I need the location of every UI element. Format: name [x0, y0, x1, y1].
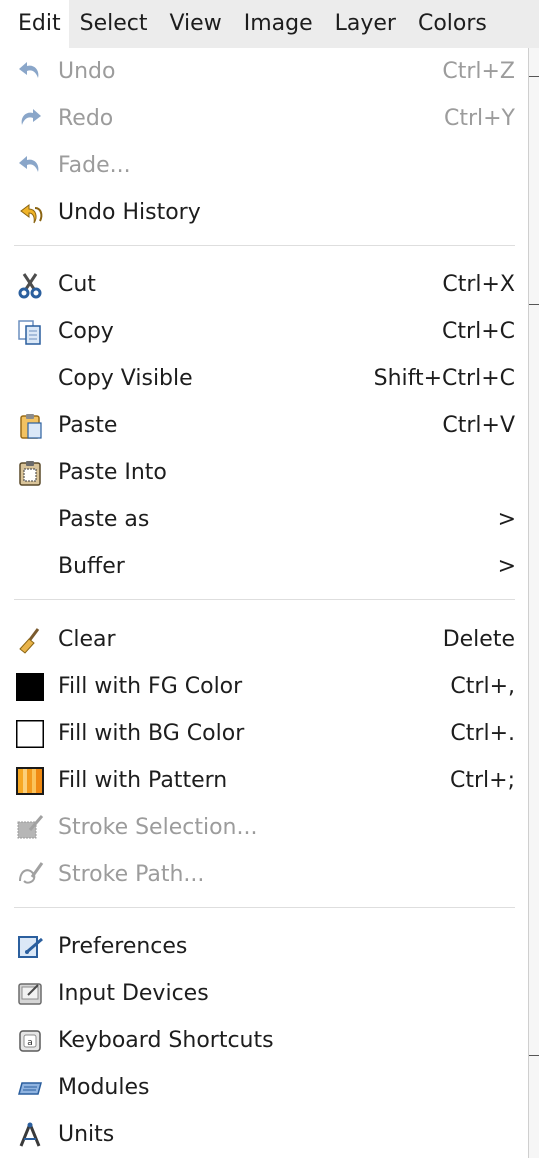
menu-item-preferences[interactable]: Preferences: [0, 923, 528, 970]
menu-item-shortcut: Ctrl+V: [442, 413, 515, 438]
menu-item-redo[interactable]: Redo Ctrl+Y: [0, 95, 528, 142]
menu-item-label: Redo: [58, 106, 114, 131]
menubar-layer[interactable]: Layer: [324, 0, 407, 48]
stroke-selection-icon: [16, 814, 44, 842]
menu-item-shortcut: Ctrl+X: [442, 272, 515, 297]
menu-item-label: Input Devices: [58, 981, 209, 1006]
menu-item-buffer[interactable]: Buffer >: [0, 543, 528, 590]
menu-item-modules[interactable]: Modules: [0, 1064, 528, 1111]
undo-history-icon: [16, 199, 44, 227]
menu-item-label: Buffer: [58, 554, 125, 579]
menu-item-label: Copy: [58, 319, 114, 344]
menu-item-label: Units: [58, 1122, 115, 1147]
copy-icon: [16, 318, 44, 346]
menu-separator: [14, 599, 515, 600]
menu-item-label: Paste: [58, 413, 118, 438]
menu-item-label: Stroke Selection...: [58, 815, 258, 840]
menu-item-copy[interactable]: Copy Ctrl+C: [0, 308, 528, 355]
menu-item-keyboard-shortcuts[interactable]: a Keyboard Shortcuts: [0, 1017, 528, 1064]
menu-item-label: Fade...: [58, 153, 131, 178]
menubar-image[interactable]: Image: [233, 0, 324, 48]
broom-icon: [16, 626, 44, 654]
menu-item-shortcut: Shift+Ctrl+C: [373, 366, 515, 391]
chevron-right-icon: >: [497, 507, 516, 532]
menu-item-undo-history[interactable]: Undo History: [0, 189, 528, 236]
menubar-select[interactable]: Select: [69, 0, 159, 48]
menu-item-cut[interactable]: Cut Ctrl+X: [0, 261, 528, 308]
menubar: Edit Select View Image Layer Colors: [0, 0, 539, 50]
menu-item-label: Modules: [58, 1075, 150, 1100]
menu-item-copy-visible[interactable]: Copy Visible Shift+Ctrl+C: [0, 355, 528, 402]
menu-separator: [14, 907, 515, 908]
fg-color-swatch-icon: [16, 673, 44, 701]
menu-item-shortcut: Ctrl+;: [450, 768, 515, 793]
units-icon: [16, 1121, 44, 1149]
menu-item-fill-pattern[interactable]: Fill with Pattern Ctrl+;: [0, 757, 528, 804]
undo-icon: [16, 58, 44, 86]
menu-item-units[interactable]: Units: [0, 1111, 528, 1158]
menu-item-shortcut: Ctrl+C: [442, 319, 515, 344]
menu-item-shortcut: Ctrl+.: [450, 721, 515, 746]
window-edge-tick: [529, 304, 539, 305]
menu-item-shortcut: Ctrl+Z: [442, 59, 515, 84]
pattern-swatch-icon: [16, 767, 44, 795]
menu-item-fill-bg-color[interactable]: Fill with BG Color Ctrl+.: [0, 710, 528, 757]
menu-item-label: Copy Visible: [58, 366, 193, 391]
redo-icon: [16, 105, 44, 133]
menu-item-shortcut: Ctrl+Y: [443, 106, 515, 131]
menu-item-label: Fill with FG Color: [58, 674, 243, 699]
scissors-icon: [16, 271, 44, 299]
menu-item-label: Fill with Pattern: [58, 768, 228, 793]
menu-separator: [14, 245, 515, 246]
menu-item-label: Undo History: [58, 200, 201, 225]
menu-item-label: Preferences: [58, 934, 188, 959]
chevron-right-icon: >: [497, 554, 516, 579]
menu-item-stroke-selection[interactable]: Stroke Selection...: [0, 804, 528, 851]
bg-color-swatch-icon: [16, 720, 44, 748]
menu-item-input-devices[interactable]: Input Devices: [0, 970, 528, 1017]
menubar-colors[interactable]: Colors: [407, 0, 498, 48]
menu-item-label: Fill with BG Color: [58, 721, 245, 746]
window-edge-tick: [529, 76, 539, 77]
menu-item-fade[interactable]: Fade...: [0, 142, 528, 189]
menu-item-label: Keyboard Shortcuts: [58, 1028, 274, 1053]
menu-item-paste-as[interactable]: Paste as >: [0, 496, 528, 543]
menu-item-label: Cut: [58, 272, 96, 297]
menu-item-fill-fg-color[interactable]: Fill with FG Color Ctrl+,: [0, 663, 528, 710]
menu-item-clear[interactable]: Clear Delete: [0, 616, 528, 663]
keyboard-icon: a: [16, 1027, 44, 1055]
input-devices-icon: [16, 980, 44, 1008]
preferences-icon: [16, 933, 44, 961]
menu-item-label: Paste as: [58, 507, 150, 532]
menu-item-label: Clear: [58, 627, 116, 652]
menubar-edit[interactable]: Edit: [0, 0, 69, 50]
fade-icon: [16, 152, 44, 180]
menu-item-paste-into[interactable]: Paste Into: [0, 449, 528, 496]
edit-menu-dropdown: Undo Ctrl+Z Redo Ctrl+Y Fade... Undo His…: [0, 48, 529, 1158]
menu-item-label: Undo: [58, 59, 116, 84]
window-edge-tick: [529, 1055, 539, 1056]
menu-item-stroke-path[interactable]: Stroke Path...: [0, 851, 528, 898]
paste-icon: [16, 412, 44, 440]
menu-item-shortcut: Ctrl+,: [450, 674, 515, 699]
menu-item-paste[interactable]: Paste Ctrl+V: [0, 402, 528, 449]
menu-item-shortcut: Delete: [442, 627, 515, 652]
stroke-path-icon: [16, 861, 44, 889]
menu-item-label: Stroke Path...: [58, 862, 205, 887]
menu-item-label: Paste Into: [58, 460, 167, 485]
modules-icon: [16, 1074, 44, 1102]
svg-text:a: a: [27, 1038, 33, 1048]
menu-item-undo[interactable]: Undo Ctrl+Z: [0, 48, 528, 95]
paste-into-icon: [16, 459, 44, 487]
menubar-view[interactable]: View: [158, 0, 232, 48]
window-edge: [529, 48, 539, 1158]
